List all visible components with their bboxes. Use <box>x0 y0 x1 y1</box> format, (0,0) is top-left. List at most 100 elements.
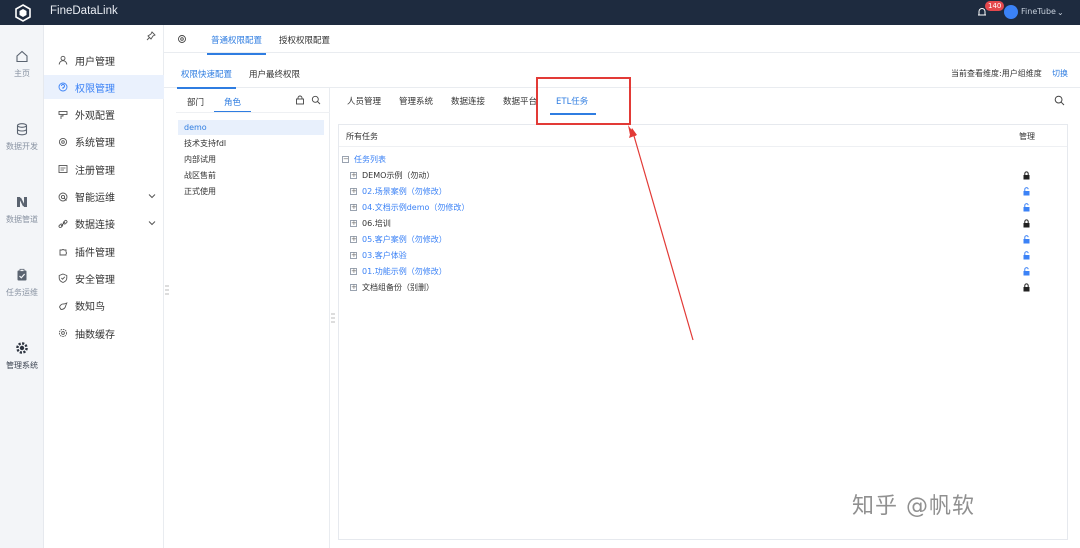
sidebar: 用户管理 权限管理 外观配置 系统管理 注册管理 智能运维 数据连接 插件管理 … <box>44 25 164 548</box>
rail-item-label: 主页 <box>14 69 30 78</box>
expand-toggle[interactable]: + <box>350 172 357 179</box>
expand-toggle[interactable]: + <box>350 220 357 227</box>
expand-toggle[interactable]: + <box>350 252 357 259</box>
task-folder-label: DEMO示例（勿动） <box>362 171 435 180</box>
highlight-box <box>536 77 631 125</box>
sidebar-item-label: 数知鸟 <box>75 302 105 314</box>
sidebar-item[interactable]: 智能运维 <box>44 185 164 209</box>
role-item[interactable]: 正式使用 <box>178 184 324 199</box>
sidebar-item[interactable]: 安全管理 <box>44 266 164 290</box>
expand-toggle[interactable]: + <box>350 284 357 291</box>
sidebar-item[interactable]: 外观配置 <box>44 103 164 127</box>
rail-item[interactable]: 主页 <box>0 49 44 79</box>
task-permission-table: 所有任务 管理 <box>338 124 1068 540</box>
rail-item-label: 数据管道 <box>6 215 38 224</box>
home-icon <box>16 50 28 63</box>
expand-toggle[interactable]: + <box>350 268 357 275</box>
rail-item[interactable]: 数据管道 <box>0 195 44 225</box>
tab-final-permission[interactable]: 用户最终权限 <box>249 68 300 80</box>
task-folder-label: 04.文档示例demo（勿修改） <box>362 203 470 212</box>
task-folder-label: 05.客户案例（勿修改） <box>362 235 447 244</box>
lock-icon[interactable] <box>1023 219 1030 228</box>
role-item[interactable]: 战区售前 <box>178 168 324 183</box>
sidebar-item[interactable]: 注册管理 <box>44 157 164 181</box>
rail-item[interactable]: 任务运维 <box>0 268 44 298</box>
unlock-icon[interactable] <box>1023 203 1030 212</box>
expand-toggle[interactable]: + <box>350 236 357 243</box>
expand-toggle[interactable]: + <box>350 188 357 195</box>
table-header: 所有任务 管理 <box>339 125 1067 147</box>
module-rail: 主页 数据开发 数据管道 任务运维 管理系统 <box>0 25 44 548</box>
sidebar-item[interactable]: 系统管理 <box>44 130 164 154</box>
rail-item-label: 管理系统 <box>6 361 38 370</box>
sidebar-item-label: 用户管理 <box>75 56 115 68</box>
expand-toggle[interactable]: + <box>350 204 357 211</box>
sidebar-item-label: 智能运维 <box>75 193 115 204</box>
unlock-icon[interactable] <box>1023 187 1030 196</box>
tab-role[interactable]: 角色 <box>214 96 252 113</box>
tree-root-label: 任务列表 <box>354 155 386 164</box>
clipboard-icon <box>17 268 27 281</box>
tab-department[interactable]: 部门 <box>187 96 204 108</box>
role-panel: 部门 角色 demo 技术支持fdl 内部试用 战区售前 正式使用 <box>176 88 330 548</box>
chevron-down-icon[interactable] <box>148 219 156 227</box>
tab-general-permission[interactable]: 普通权限配置 <box>207 34 267 55</box>
unlock-icon[interactable] <box>1023 267 1030 276</box>
add-role-icon[interactable] <box>295 95 305 105</box>
search-icon[interactable] <box>311 95 321 105</box>
collapse-toggle[interactable]: − <box>342 156 349 163</box>
avatar[interactable] <box>1004 5 1018 19</box>
gear-icon[interactable] <box>177 34 187 44</box>
lock-icon[interactable] <box>1023 171 1030 180</box>
column-manage: 管理 <box>1019 132 1035 141</box>
sidebar-item[interactable]: 权限管理 <box>44 75 164 100</box>
lock-icon[interactable] <box>1023 283 1030 292</box>
dimension-hint: 当前查看维度:用户组维度 <box>951 69 1042 78</box>
tab-quick-config[interactable]: 权限快速配置 <box>177 68 237 89</box>
rail-item[interactable]: 管理系统 <box>0 341 44 371</box>
sidebar-item-label: 权限管理 <box>75 83 115 95</box>
role-item[interactable]: 技术支持fdl <box>178 136 324 151</box>
cache-icon <box>58 328 68 338</box>
switch-dimension-link[interactable]: 切换 <box>1052 68 1068 79</box>
sidebar-item-label: 安全管理 <box>75 274 115 286</box>
unlock-icon[interactable] <box>1023 251 1030 260</box>
sidebar-item[interactable]: 数据连接 <box>44 212 164 236</box>
category-tab[interactable]: 人员管理 <box>347 95 381 107</box>
user-name[interactable]: FineTube <box>1021 7 1056 16</box>
sidebar-item-label: 系统管理 <box>75 138 115 150</box>
bird-icon <box>58 301 68 310</box>
pipeline-icon <box>17 197 27 207</box>
unlock-icon[interactable] <box>1023 235 1030 244</box>
rail-item[interactable]: 数据开发 <box>0 122 44 152</box>
task-folder-label: 文档组备份（别删） <box>362 283 434 292</box>
database-icon <box>16 123 28 136</box>
notification-badge: 140 <box>985 1 1005 11</box>
sidebar-item-label: 抽数缓存 <box>75 329 115 341</box>
app-logo-icon[interactable] <box>14 4 32 22</box>
chevron-down-icon[interactable] <box>148 192 156 200</box>
role-item[interactable]: demo <box>178 120 324 135</box>
top-bar: FineDataLink 140 FineTube ⌄ <box>0 0 1080 25</box>
settings-icon <box>16 342 28 354</box>
search-icon[interactable] <box>1054 95 1065 106</box>
sidebar-item[interactable]: 数知鸟 <box>44 294 164 318</box>
category-tab[interactable]: 数据连接 <box>451 95 485 107</box>
sidebar-item[interactable]: 插件管理 <box>44 239 164 263</box>
sidebar-item[interactable]: 用户管理 <box>44 48 164 72</box>
user-icon <box>58 55 68 65</box>
link-icon <box>58 219 68 228</box>
category-tab[interactable]: 管理系统 <box>399 95 433 107</box>
pin-icon[interactable] <box>146 31 156 41</box>
resize-handle-icon[interactable] <box>165 285 169 295</box>
sidebar-item-label: 注册管理 <box>75 165 115 177</box>
chevron-down-icon[interactable]: ⌄ <box>1057 8 1064 17</box>
category-tab[interactable]: 数据平台 <box>503 95 537 107</box>
tab-grant-permission[interactable]: 授权权限配置 <box>279 34 330 46</box>
appearance-icon <box>58 110 68 119</box>
role-item[interactable]: 内部试用 <box>178 152 324 167</box>
task-folder-label: 02.场景案例（勿修改） <box>362 187 447 196</box>
sidebar-item[interactable]: 抽数缓存 <box>44 321 164 345</box>
rail-item-label: 任务运维 <box>6 288 38 297</box>
column-all-tasks: 所有任务 <box>346 132 378 141</box>
